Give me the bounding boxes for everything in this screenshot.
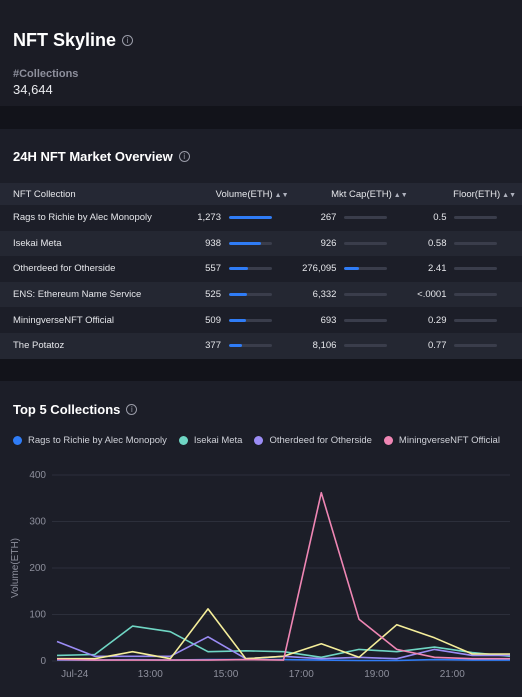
x-tick-label: 15:00 (213, 669, 238, 680)
market-table: NFT Collection Volume(ETH) ▲▼ Mkt Cap(ETH… (0, 183, 522, 359)
volume-value: 938 (205, 237, 221, 249)
legend-label: Rags to Richie by Alec Monopoly (28, 435, 167, 446)
table-header-row: NFT Collection Volume(ETH) ▲▼ Mkt Cap(ETH… (0, 183, 522, 205)
chart-legend: Rags to Richie by Alec Monopoly Isekai Me… (13, 435, 512, 446)
volume-value: 557 (205, 263, 221, 275)
mktcap-bar (336, 231, 407, 257)
market-overview-panel: 24H NFT Market Overview i NFT Collection… (0, 129, 522, 359)
market-overview-title: 24H NFT Market Overview (13, 149, 173, 164)
collection-name[interactable]: MiningverseNFT Official (0, 307, 185, 333)
legend-item[interactable]: Rags to Richie by Alec Monopoly (13, 435, 167, 446)
collection-name[interactable]: Isekai Meta (0, 231, 185, 257)
volume-bar (221, 231, 289, 257)
floor-bar (446, 231, 522, 257)
info-icon[interactable]: i (178, 151, 190, 162)
mktcap-value: 267 (320, 212, 337, 224)
floor-bar (446, 205, 522, 231)
mktcap-bar (336, 307, 407, 333)
legend-item[interactable]: Otherdeed for Otherside (254, 435, 372, 446)
y-tick-label: 100 (29, 610, 46, 621)
legend-dot-icon (13, 436, 22, 445)
column-header-mktcap[interactable]: Mkt Cap(ETH) ▲▼ (289, 183, 408, 205)
table-row[interactable]: Isekai Meta 938 926 0.58 (0, 230, 522, 257)
table-row[interactable]: MiningverseNFT Official 509 693 0.29 (0, 307, 522, 333)
top-collections-panel: Top 5 Collections i Rags to Richie by Al… (0, 381, 522, 697)
volume-value: 509 (205, 314, 221, 326)
mktcap-bar (336, 333, 407, 359)
floor-bar (446, 282, 522, 308)
volume-bar (221, 307, 289, 333)
legend-item[interactable]: MiningverseNFT Official (383, 435, 500, 446)
table-row[interactable]: Rags to Richie by Alec Monopoly 1,273 267 0… (0, 205, 522, 231)
legend-label: MiningverseNFT Official (398, 435, 500, 446)
table-row[interactable]: Otherdeed for Otherside 557 276,095 2.41 (0, 256, 522, 282)
collection-name[interactable]: ENS: Ethereum Name Service (0, 282, 185, 308)
x-tick-label: 21:00 (440, 669, 465, 680)
volume-value: 1,273 (197, 212, 221, 224)
floor-value: 0.58 (427, 237, 447, 249)
collection-name[interactable]: The Potatoz (0, 333, 185, 359)
volume-value: 377 (205, 340, 221, 352)
legend-dot-icon (178, 436, 188, 445)
sort-icon[interactable]: ▲▼ (502, 192, 516, 199)
table-row[interactable]: ENS: Ethereum Name Service 525 6,332 <.0001 (0, 281, 522, 308)
top-collections-title: Top 5 Collections (13, 402, 121, 417)
volume-bar (221, 256, 289, 282)
mktcap-value: 6,332 (312, 289, 337, 301)
x-tick-label: Jul-24 (61, 669, 89, 680)
mktcap-bar (336, 282, 407, 308)
y-tick-label: 200 (29, 563, 46, 574)
column-header-collection: NFT Collection (13, 188, 76, 200)
info-icon[interactable]: i (122, 35, 134, 46)
info-icon[interactable]: i (126, 404, 138, 415)
floor-value: 2.41 (427, 263, 447, 275)
legend-dot-icon (254, 436, 264, 445)
mktcap-value: 693 (320, 314, 337, 326)
legend-dot-icon (383, 436, 393, 445)
volume-bar (221, 205, 289, 231)
sort-icon[interactable]: ▲▼ (394, 192, 408, 199)
header-panel: NFT Skyline i #Collections 34,644 (0, 0, 522, 106)
volume-bar (221, 282, 289, 308)
floor-bar (446, 333, 522, 359)
sort-icon[interactable]: ▲▼ (275, 192, 289, 199)
table-row[interactable]: The Potatoz 377 8,106 0.77 (0, 332, 522, 359)
mktcap-value: 8,106 (312, 340, 337, 352)
legend-label: Isekai Meta (193, 435, 243, 446)
series-line (56, 491, 510, 661)
legend-label: Otherdeed for Otherside (269, 435, 372, 446)
page-title: NFT Skyline (13, 30, 117, 50)
line-chart: 0 100 200 300 400 Volume(ETH) Jul-24 13:00 15:00… (10, 470, 511, 680)
collection-name[interactable]: Otherdeed for Otherside (0, 256, 185, 282)
x-tick-label: 17:00 (289, 669, 314, 680)
x-tick-label: 13:00 (138, 669, 163, 680)
collection-name[interactable]: Rags to Richie by Alec Monopoly (0, 205, 185, 231)
mktcap-bar (336, 205, 407, 231)
floor-value: 0.29 (427, 314, 447, 326)
column-header-floor[interactable]: Floor(ETH) ▲▼ (408, 183, 522, 205)
floor-bar (446, 307, 522, 333)
collections-label: #Collections (13, 68, 79, 80)
y-axis-label: Volume(ETH) (10, 538, 21, 598)
legend-item[interactable]: Isekai Meta (178, 435, 243, 446)
y-tick-label: 400 (29, 470, 46, 481)
collections-value: 34,644 (13, 82, 53, 97)
mktcap-value: 926 (320, 237, 337, 249)
mktcap-value: 276,095 (302, 263, 337, 275)
floor-value: 0.5 (433, 212, 447, 224)
volume-value: 525 (205, 289, 221, 301)
y-tick-label: 0 (40, 656, 46, 667)
y-tick-label: 300 (29, 517, 46, 528)
column-header-volume[interactable]: Volume(ETH) ▲▼ (185, 183, 289, 205)
volume-bar (221, 333, 289, 359)
floor-value: 0.77 (427, 340, 447, 352)
floor-bar (446, 256, 522, 282)
mktcap-bar (336, 256, 407, 282)
x-tick-label: 19:00 (364, 669, 389, 680)
floor-value: <.0001 (417, 289, 447, 301)
